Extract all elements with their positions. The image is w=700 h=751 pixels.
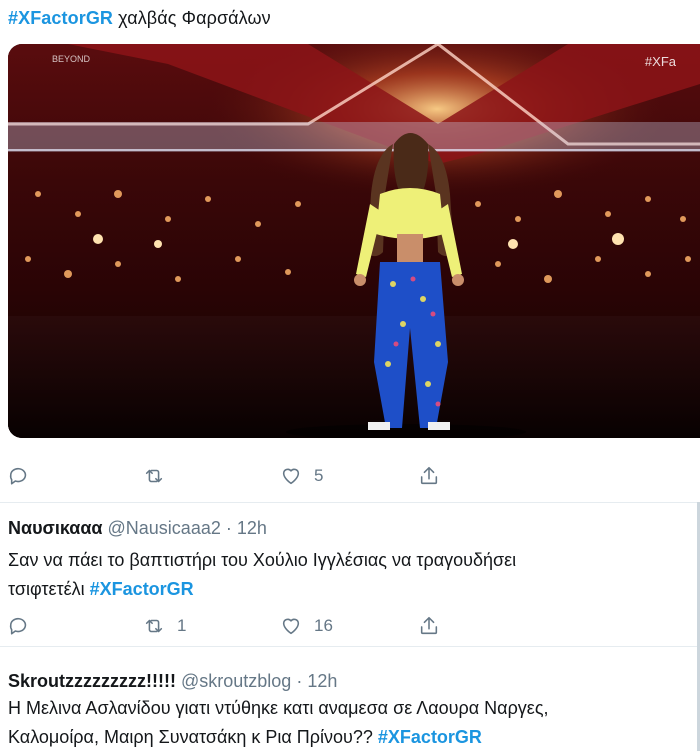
media-tag-left: BEYOND — [52, 54, 91, 64]
reply-text-content: τσιφτετέλι — [8, 579, 90, 599]
reply-icon — [9, 467, 27, 485]
reply-actions: 1 16 — [0, 612, 700, 640]
main-tweet: #XFactorGR χαλβάς Φαρσάλων #XFa BEYOND 5 — [0, 0, 700, 502]
reply-header: Skroutzzzzzzzzz!!!!! @skroutzblog · 12h — [8, 669, 337, 693]
stage-photo: #XFa BEYOND — [8, 44, 700, 438]
media-tag-right: #XFa — [645, 54, 677, 69]
like-count: 16 — [314, 616, 333, 635]
tweet-media-image[interactable]: #XFa BEYOND — [8, 44, 700, 438]
retweet-icon — [145, 469, 163, 483]
separator-dot: · — [225, 518, 232, 538]
retweet-button[interactable]: 1 — [143, 612, 186, 640]
reply-text-content: Καλομοίρα, Μαιρη Συνατσάκη κ Ρια Πρίνου?… — [8, 727, 378, 747]
tweet-text-content: χαλβάς Φαρσάλων — [113, 8, 271, 28]
reply-button[interactable] — [8, 462, 30, 490]
reply-text-line: Καλομοίρα, Μαιρη Συνατσάκη κ Ρια Πρίνου?… — [8, 723, 698, 751]
author-handle[interactable]: @skroutzblog — [181, 671, 291, 691]
author-name[interactable]: Ναυσικααα — [8, 518, 103, 538]
reply-text: Σαν να πάει το βαπτιστήρι του Χούλιο Ιγγ… — [8, 546, 698, 604]
reply-text-line: Σαν να πάει το βαπτιστήρι του Χούλιο Ιγγ… — [8, 550, 517, 570]
reply-tweet[interactable]: Ναυσικααα @Nausicaaa2 · 12h Σαν να πάει … — [0, 503, 700, 646]
share-icon — [420, 616, 438, 635]
reply-icon — [9, 617, 27, 635]
reply-button[interactable] — [8, 612, 30, 640]
hashtag-link[interactable]: #XFactorGR — [8, 8, 113, 28]
like-count: 5 — [314, 466, 324, 485]
share-icon — [420, 466, 438, 485]
author-handle[interactable]: @Nausicaaa2 — [108, 518, 221, 538]
hashtag-link[interactable]: #XFactorGR — [90, 579, 194, 599]
reply-text: Η Μελινα Ασλανίδου γιατι ντύθηκε κατι αν… — [8, 694, 698, 751]
share-button[interactable] — [418, 462, 440, 490]
reply-tweet[interactable]: Skroutzzzzzzzzz!!!!! @skroutzblog · 12h … — [0, 647, 700, 751]
heart-icon — [282, 468, 300, 485]
retweet-icon — [145, 619, 163, 633]
reply-header: Ναυσικααα @Nausicaaa2 · 12h — [8, 516, 267, 540]
author-name[interactable]: Skroutzzzzzzzzz!!!!! — [8, 671, 176, 691]
reply-text-line: Η Μελινα Ασλανίδου γιατι ντύθηκε κατι αν… — [8, 698, 549, 718]
hashtag-link[interactable]: #XFactorGR — [378, 727, 482, 747]
tweet-actions: 5 — [0, 462, 700, 490]
reply-text-line: τσιφτετέλι #XFactorGR — [8, 575, 698, 604]
like-button[interactable]: 16 — [280, 612, 333, 640]
timestamp[interactable]: 12h — [307, 671, 337, 691]
share-button[interactable] — [418, 612, 440, 640]
separator-dot: · — [296, 671, 303, 691]
heart-icon — [282, 618, 300, 635]
like-button[interactable]: 5 — [280, 462, 323, 490]
timestamp[interactable]: 12h — [237, 518, 267, 538]
tweet-text: #XFactorGR χαλβάς Φαρσάλων — [8, 6, 271, 30]
retweet-button[interactable] — [143, 462, 177, 490]
retweet-count: 1 — [177, 616, 187, 635]
